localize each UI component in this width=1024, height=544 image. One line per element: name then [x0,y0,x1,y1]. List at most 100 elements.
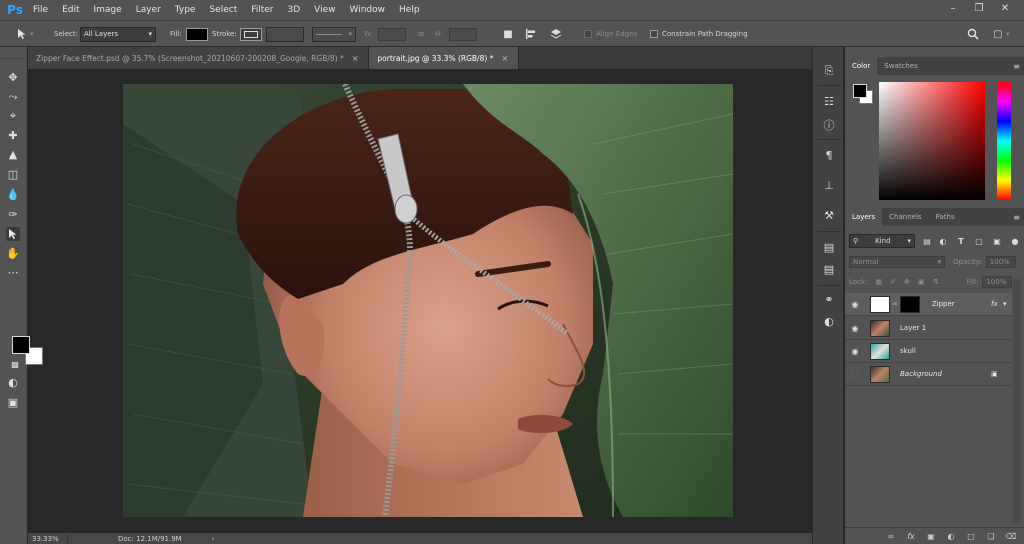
fill-field[interactable]: 100% [982,275,1013,288]
hue-slider[interactable] [997,82,1011,200]
color-panel-foreground[interactable] [853,84,867,98]
menu-layer[interactable]: Layer [129,0,168,20]
chevron-right-icon[interactable]: › [212,535,215,543]
move-tool-icon[interactable]: ✥ [6,70,20,84]
panel-menu-icon[interactable]: ≡ [1013,213,1020,222]
visibility-eye-icon[interactable]: ◉ [845,347,865,356]
menu-type[interactable]: Type [168,0,203,20]
path-operations-icon[interactable]: ■ [500,26,516,42]
info-panel-icon[interactable]: ⓘ [821,117,837,133]
filter-pixel-icon[interactable]: ▤ [921,235,933,247]
pen-tool-icon[interactable]: ✑ [6,207,20,221]
layer-row-background[interactable]: □ Background ▣ [845,363,1012,386]
more-tools-icon[interactable]: ⋯ [6,265,20,279]
align-edges-checkbox[interactable] [584,30,592,38]
close-icon[interactable]: × [352,54,359,63]
zoom-level[interactable]: 33.33% [28,534,68,543]
adjustments-panel-icon[interactable]: ▤ [821,261,837,277]
path-alignment-icon[interactable] [523,26,539,42]
lasso-tool-icon[interactable]: ⤳ [6,90,20,104]
properties-panel-icon[interactable]: ☷ [821,93,837,109]
foreground-color-swatch[interactable] [12,336,30,354]
clone-stamp-tool-icon[interactable]: ▲ [6,147,20,161]
width-field[interactable] [378,27,406,41]
chevron-down-icon[interactable]: ▾ [1003,300,1007,308]
visibility-eye-icon[interactable]: ◉ [845,300,865,309]
eraser-tool-icon[interactable]: ◫ [6,167,20,181]
screen-mode-icon[interactable]: ▣ [6,395,20,409]
tab-swatches[interactable]: Swatches [877,57,924,75]
workspace-icon[interactable]: ▢ [990,26,1006,42]
lock-brush-icon[interactable]: ✐ [890,278,896,286]
tool-preset-picker[interactable]: ▾ [14,21,34,47]
menu-filter[interactable]: Filter [244,0,280,20]
adjustment-layer-icon[interactable]: ◐ [944,532,958,541]
path-selection-tool-icon[interactable] [6,227,20,241]
menu-edit[interactable]: Edit [55,0,86,20]
tab-paths[interactable]: Paths [929,208,962,226]
constrain-path-checkbox[interactable] [650,30,658,38]
close-window-button[interactable]: ✕ [992,0,1018,20]
tab-channels[interactable]: Channels [882,208,928,226]
restore-button[interactable]: ❐ [966,0,992,20]
opacity-field[interactable]: 100% [985,255,1016,268]
height-field[interactable] [449,27,477,41]
filter-type-icon[interactable]: T [955,235,967,247]
add-mask-icon[interactable]: ▣ [924,532,938,541]
crop-tool-icon[interactable]: ⌖ [6,109,20,123]
quick-mask-icon[interactable]: ◐ [6,375,20,389]
document-canvas[interactable] [123,84,733,517]
layer-row-layer-1[interactable]: ◉ Layer 1 [845,317,1012,340]
history-panel-icon[interactable]: ⎘ [821,63,837,79]
select-layers-dropdown[interactable]: All Layers ▾ [80,26,156,42]
default-colors-icon[interactable]: ▩ [8,357,22,371]
layer-mask-thumbnail[interactable] [899,295,920,313]
link-icon[interactable]: ∞ [413,26,429,42]
blur-tool-icon[interactable]: 💧 [6,187,20,201]
menu-file[interactable]: File [26,0,55,20]
search-icon[interactable] [965,26,981,42]
visibility-eye-icon[interactable]: □ [845,370,865,379]
layers-scrollbar[interactable] [1013,279,1021,523]
blend-mode-dropdown[interactable]: Normal ▾ [849,255,945,268]
layer-filter-kind[interactable]: ⚲ Kind ▾ [849,234,915,248]
new-layer-icon[interactable]: ❏ [984,532,998,541]
tab-portrait[interactable]: portrait.jpg @ 33.3% (RGB/8) * × [369,47,520,69]
libraries-panel-icon[interactable]: ⚭ [821,291,837,307]
lock-all-icon[interactable]: ⚗ [932,278,938,286]
filter-adjustment-icon[interactable]: ◐ [937,235,949,247]
tab-layers[interactable]: Layers [845,208,883,226]
actions-panel-icon[interactable]: ▤ [821,239,837,255]
stroke-type-dropdown[interactable]: ▾ [312,26,356,42]
panel-menu-icon[interactable]: ≡ [1013,62,1020,71]
visibility-eye-icon[interactable]: ◉ [845,324,865,333]
menu-select[interactable]: Select [202,0,244,20]
filter-shape-icon[interactable]: ▢ [973,235,985,247]
add-style-icon[interactable]: fx [904,532,918,541]
color-field[interactable] [879,82,985,200]
tool-presets-icon[interactable]: ⚒ [821,207,837,223]
tab-zipper-face-effect[interactable]: Zipper Face Effect.psd @ 35.7% (Screensh… [28,47,370,69]
delete-layer-icon[interactable]: ⌫ [1004,532,1018,541]
menu-window[interactable]: Window [343,0,393,20]
layer-row-skull[interactable]: ◉ skull [845,340,1012,363]
toolbar-grip[interactable] [0,47,27,59]
stroke-width-field[interactable] [266,26,304,42]
menu-view[interactable]: View [307,0,342,20]
lock-position-icon[interactable]: ✥ [904,278,910,286]
menu-3d[interactable]: 3D [281,0,308,20]
lock-artboard-icon[interactable]: ▣ [918,278,925,286]
lock-pixels-icon[interactable]: ▦ [875,278,882,286]
styles-panel-icon[interactable]: ◐ [821,313,837,329]
fx-badge[interactable]: fx [991,300,998,308]
filter-smart-object-icon[interactable]: ▣ [991,235,1003,247]
tab-color[interactable]: Color [845,57,878,75]
link-layers-icon[interactable]: ∞ [884,532,898,541]
healing-brush-tool-icon[interactable]: ✚ [6,128,20,142]
fill-swatch[interactable] [186,27,208,41]
new-group-icon[interactable]: □ [964,532,978,541]
minimize-button[interactable]: – [940,0,966,20]
stroke-swatch[interactable] [240,27,262,41]
menu-image[interactable]: Image [87,0,129,20]
path-arrangement-icon[interactable] [548,26,564,42]
